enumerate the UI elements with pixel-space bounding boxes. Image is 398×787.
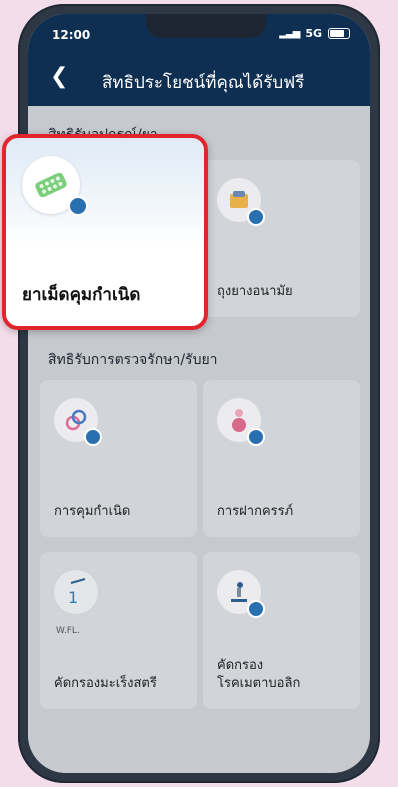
card-cervical-screening[interactable]: 1 W.FL. คัดกรองมะเร็งสตรี xyxy=(40,552,197,709)
phone-screen: 12:00 ▂▃▅ 5G ❮ สิทธิประโยชน์ที่คุณได้รับ… xyxy=(28,14,370,773)
app-header: 12:00 ▂▃▅ 5G ❮ สิทธิประโยชน์ที่คุณได้รับ… xyxy=(28,14,370,106)
card-label: คัดกรอง โรคเมตาบอลิก xyxy=(217,657,300,693)
card-label: ยาเม็ดคุมกำเนิด xyxy=(22,285,141,305)
badge-icon xyxy=(68,196,88,216)
phone-frame: 12:00 ▂▃▅ 5G ❮ สิทธิประโยชน์ที่คุณได้รับ… xyxy=(18,4,380,783)
card-label: การฝากครรภ์ xyxy=(217,504,294,519)
badge-icon xyxy=(84,428,102,446)
page-title: สิทธิประโยชน์ที่คุณได้รับฟรี xyxy=(102,73,305,93)
card-label: ถุงยางอนามัย xyxy=(217,284,293,299)
card-contraception[interactable]: การคุมกำเนิด xyxy=(40,380,197,537)
card-label: การคุมกำเนิด xyxy=(54,504,131,519)
card-label-line1: คัดกรอง xyxy=(217,658,264,673)
badge-icon xyxy=(247,428,265,446)
badge-icon xyxy=(247,208,265,226)
card-condom[interactable]: ถุงยางอนามัย xyxy=(203,160,360,317)
notch xyxy=(146,14,266,38)
status-time: 12:00 xyxy=(52,28,91,42)
svg-text:1: 1 xyxy=(68,588,78,607)
back-button[interactable]: ❮ xyxy=(50,66,68,88)
card-label-line2: โรคเมตาบอลิก xyxy=(217,676,301,691)
section-title-services: สิทธิรับการตรวจรักษา/รับยา xyxy=(48,352,218,368)
bottom-strip xyxy=(28,723,370,773)
network-label: 5G xyxy=(305,27,322,40)
calendar-icon: 1 xyxy=(54,570,98,614)
card-prenatal[interactable]: การฝากครรภ์ xyxy=(203,380,360,537)
card-label: คัดกรองมะเร็งสตรี xyxy=(54,676,157,691)
card-sublabel: W.FL. xyxy=(56,626,80,636)
card-metabolic-screening[interactable]: คัดกรอง โรคเมตาบอลิก xyxy=(203,552,360,709)
card-pill-highlighted[interactable]: ยาเม็ดคุมกำเนิด xyxy=(2,134,208,330)
badge-icon xyxy=(247,600,265,618)
signal-icon: ▂▃▅ xyxy=(279,28,300,39)
status-indicators: ▂▃▅ 5G xyxy=(279,27,350,40)
battery-icon xyxy=(328,28,350,39)
